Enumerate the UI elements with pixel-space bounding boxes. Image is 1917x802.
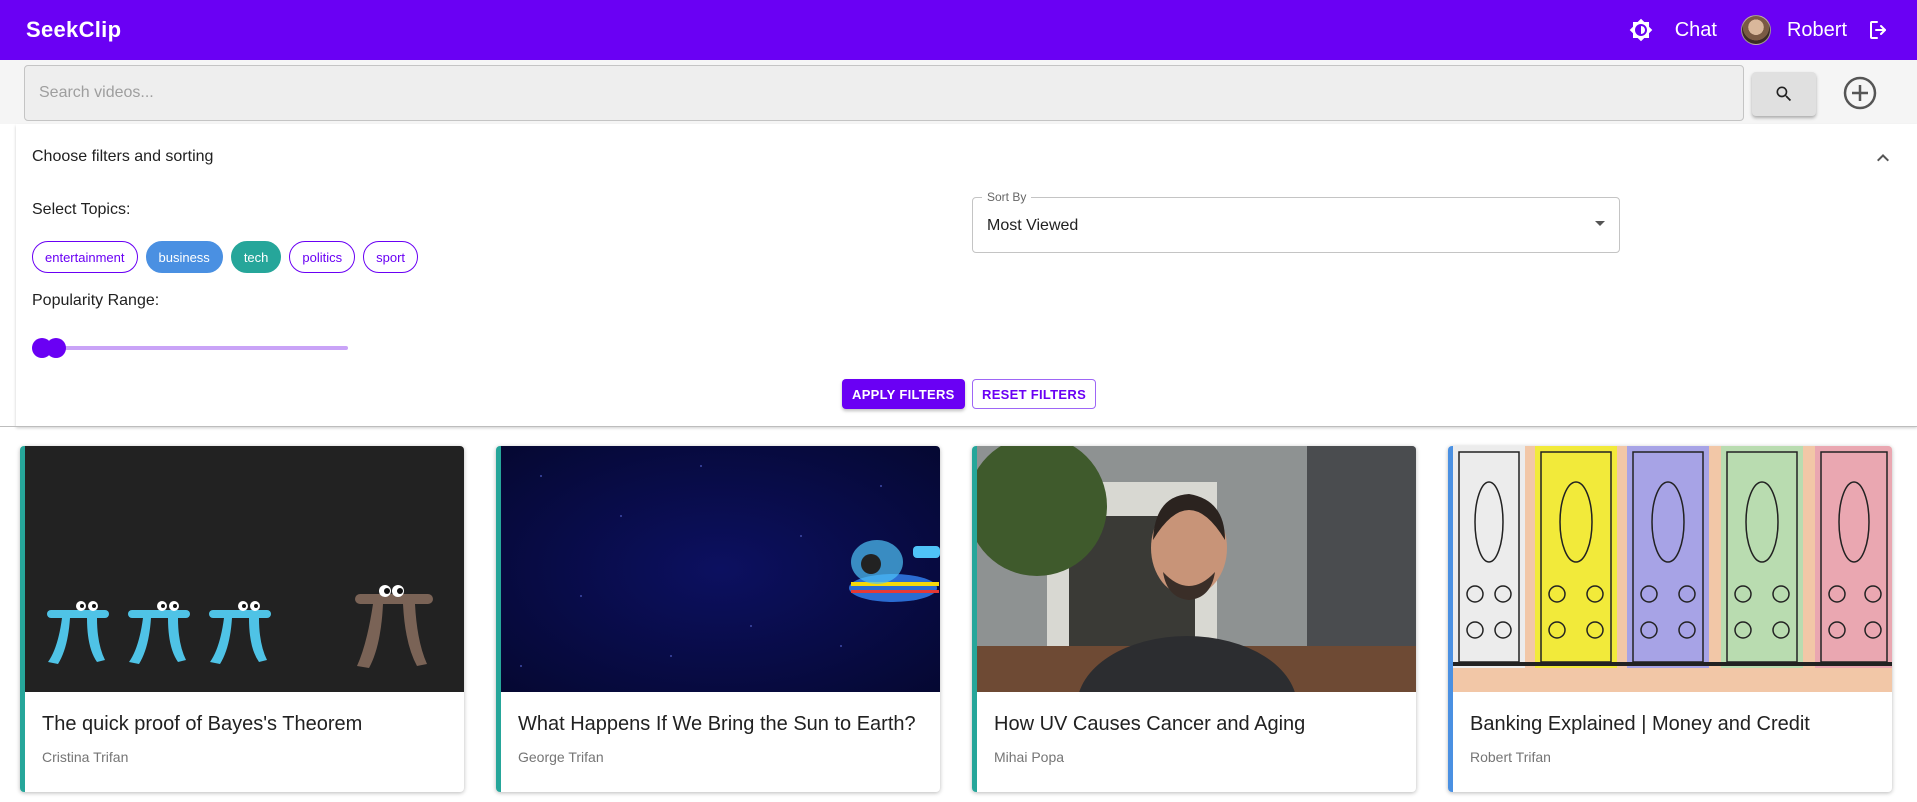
sort-value: Most Viewed [987, 217, 1079, 234]
slider-rail [32, 346, 348, 350]
video-author: George Trifan [518, 749, 604, 765]
add-circle-icon [1843, 76, 1877, 110]
user-name[interactable]: Robert [1787, 19, 1847, 42]
add-video-button[interactable] [1843, 76, 1877, 110]
app-bar-actions: Chat Robert [1629, 15, 1891, 45]
apply-filters-button[interactable]: APPLY FILTERS [842, 379, 965, 409]
divider [0, 426, 1917, 427]
video-author: Cristina Trifan [42, 749, 129, 765]
video-title[interactable]: The quick proof of Bayes's Theorem [42, 713, 362, 736]
topic-chip-sport[interactable]: sport [363, 241, 419, 273]
video-title[interactable]: How UV Causes Cancer and Aging [994, 713, 1305, 736]
video-thumbnail[interactable] [25, 446, 464, 692]
topic-chip-politics[interactable]: politics [289, 241, 356, 273]
chevron-up-icon[interactable] [1871, 146, 1895, 170]
video-card[interactable]: The quick proof of Bayes's Theorem Crist… [20, 446, 464, 792]
sort-label: Sort By [982, 190, 1032, 204]
video-thumbnail[interactable] [977, 446, 1416, 692]
video-author: Robert Trifan [1470, 749, 1551, 765]
video-title[interactable]: Banking Explained | Money and Credit [1470, 713, 1810, 736]
topic-chips: entertainment business tech politics spo… [32, 241, 426, 273]
search-bar [0, 60, 1917, 124]
search-icon [1776, 86, 1792, 102]
video-thumbnail[interactable] [1453, 446, 1892, 692]
sort-select[interactable]: Sort By Most Viewed [972, 190, 1620, 253]
video-title[interactable]: What Happens If We Bring the Sun to Eart… [518, 713, 916, 736]
topic-chip-tech[interactable]: tech [230, 241, 282, 273]
popularity-slider[interactable] [32, 338, 348, 358]
chat-link[interactable]: Chat [1675, 19, 1717, 42]
topics-label: Select Topics: [32, 201, 131, 218]
dropdown-arrow-icon [1595, 221, 1605, 226]
topic-chip-entertainment[interactable]: entertainment [32, 241, 138, 273]
video-card[interactable]: Banking Explained | Money and Credit Rob… [1448, 446, 1892, 792]
topic-chip-business[interactable]: business [145, 241, 223, 273]
video-thumbnail[interactable] [501, 446, 940, 692]
search-button[interactable] [1752, 72, 1816, 116]
brand-logo[interactable]: SeekClip [26, 17, 121, 43]
filters-panel: Choose filters and sorting Select Topics… [16, 124, 1917, 426]
filters-title[interactable]: Choose filters and sorting [32, 148, 213, 166]
video-card[interactable]: What Happens If We Bring the Sun to Eart… [496, 446, 940, 792]
slider-thumb-max[interactable] [45, 338, 66, 358]
popularity-label: Popularity Range: [32, 292, 160, 309]
avatar[interactable] [1740, 15, 1771, 45]
search-input[interactable] [24, 65, 1744, 121]
reset-filters-button[interactable]: RESET FILTERS [972, 379, 1097, 409]
video-card[interactable]: How UV Causes Cancer and Aging Mihai Pop… [972, 446, 1416, 792]
logout-icon[interactable] [1867, 18, 1891, 42]
app-bar: SeekClip Chat Robert [0, 0, 1917, 60]
video-author: Mihai Popa [994, 749, 1065, 765]
theme-toggle-icon[interactable] [1629, 18, 1653, 42]
